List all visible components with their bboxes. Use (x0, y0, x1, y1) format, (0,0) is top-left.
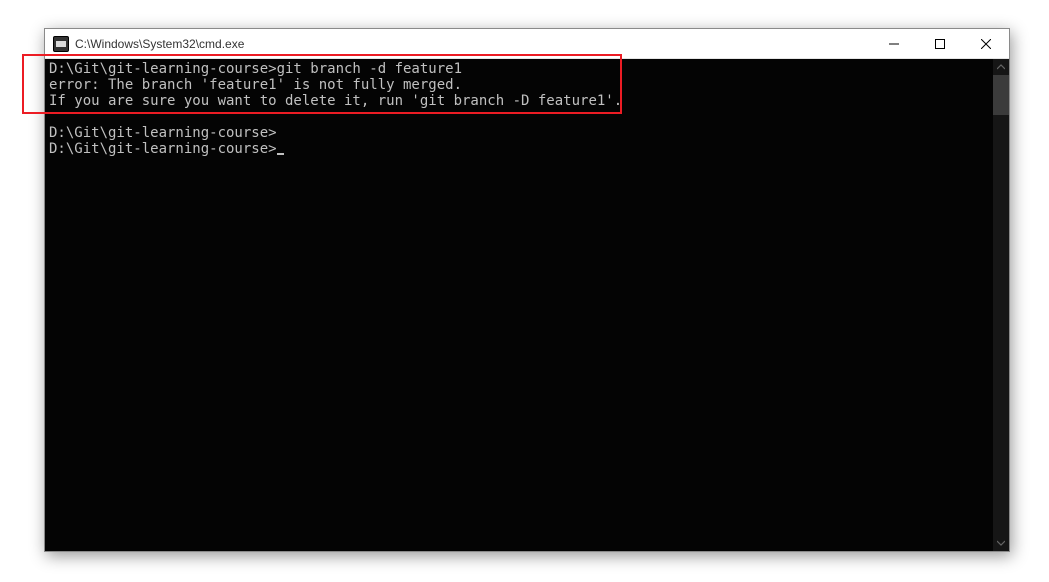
terminal[interactable]: D:\Git\git-learning-course>git branch -d… (45, 59, 1009, 551)
chevron-up-icon (997, 63, 1005, 71)
maximize-button[interactable] (917, 29, 963, 58)
vertical-scrollbar[interactable] (993, 59, 1009, 551)
cmd-icon (53, 36, 69, 52)
terminal-line: error: The branch 'feature1' is not full… (49, 77, 462, 93)
terminal-line: D:\Git\git-learning-course> (49, 125, 277, 141)
terminal-content: D:\Git\git-learning-course>git branch -d… (49, 61, 1005, 157)
window-controls (871, 29, 1009, 58)
window-shadow: C:\Windows\System32\cmd.exe (44, 28, 1010, 552)
terminal-line: D:\Git\git-learning-course> (49, 141, 277, 157)
maximize-icon (935, 39, 945, 49)
cursor (277, 153, 284, 155)
minimize-icon (889, 39, 899, 49)
cmd-window: C:\Windows\System32\cmd.exe (44, 28, 1010, 552)
titlebar[interactable]: C:\Windows\System32\cmd.exe (45, 29, 1009, 59)
window-title: C:\Windows\System32\cmd.exe (75, 37, 244, 51)
close-icon (981, 39, 991, 49)
minimize-button[interactable] (871, 29, 917, 58)
scroll-down-button[interactable] (993, 535, 1009, 551)
terminal-line: If you are sure you want to delete it, r… (49, 93, 622, 109)
chevron-down-icon (997, 539, 1005, 547)
scroll-thumb[interactable] (993, 75, 1009, 115)
scroll-up-button[interactable] (993, 59, 1009, 75)
scroll-track[interactable] (993, 75, 1009, 535)
close-button[interactable] (963, 29, 1009, 58)
terminal-line: D:\Git\git-learning-course>git branch -d… (49, 61, 462, 77)
